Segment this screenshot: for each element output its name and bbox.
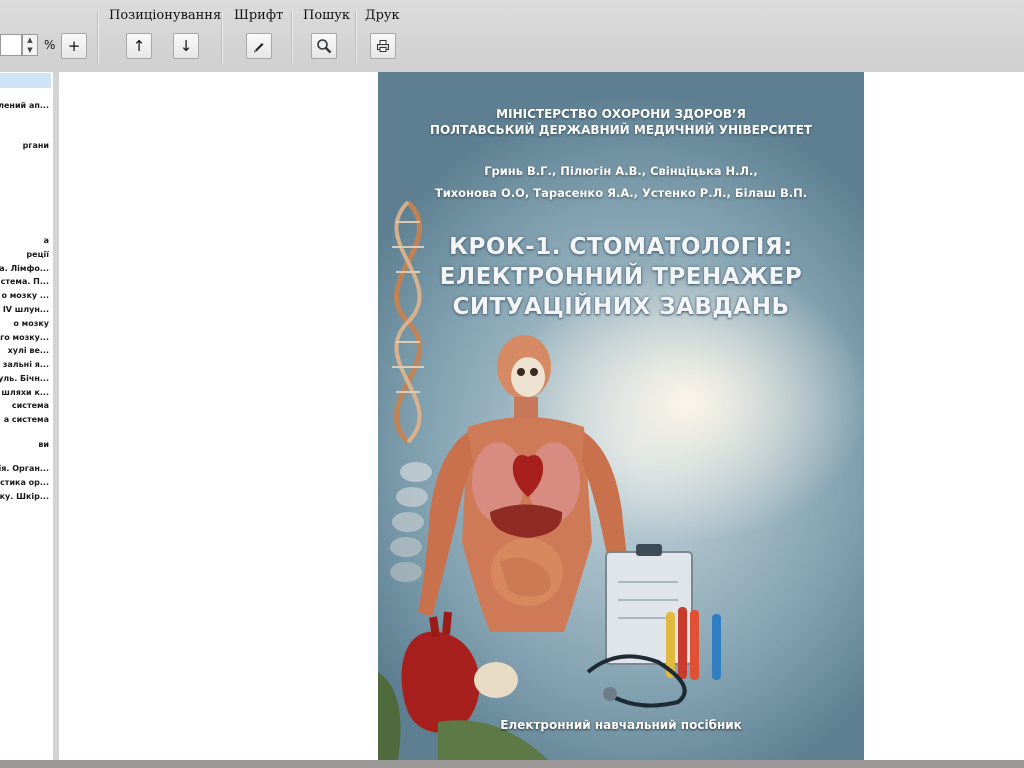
toc-item[interactable]: уль. Бічн... <box>0 374 49 383</box>
book-subtitle: Електронний навчальний посібник <box>500 718 742 732</box>
title-line-3: СИТУАЦІЙНИХ ЗАВДАНЬ <box>452 294 790 320</box>
toc-item[interactable]: ія. Орган... <box>0 464 49 473</box>
authors-line-2: Тихонова О.О, Тарасенко Я.А., Устенко Р.… <box>434 186 808 200</box>
toc-item[interactable]: ку. Шкір... <box>0 492 49 501</box>
print-group: Друк <box>356 0 412 68</box>
ministry-line: МІНІСТЕРСТВО ОХОРОНИ ЗДОРОВ’Я <box>496 107 746 121</box>
authors-line-1: Гринь В.Г., Пілюгін А.В., Свінціцька Н.Л… <box>484 164 758 178</box>
toc-item[interactable]: а. Лімфо... <box>0 264 49 273</box>
toc-item[interactable]: ви <box>38 440 49 449</box>
toolbar-separator <box>97 12 98 64</box>
toc-selected-row[interactable] <box>0 73 51 88</box>
spin-up-icon[interactable]: ▲ <box>23 35 37 45</box>
toc-item[interactable]: ргани <box>23 141 49 150</box>
toc-item[interactable]: шляхи к... <box>1 388 49 397</box>
toc-item[interactable]: система <box>12 401 49 410</box>
cover-page: МІНІСТЕРСТВО ОХОРОНИ ЗДОРОВ’Я ПОЛТАВСЬКИ… <box>378 72 864 760</box>
zoom-input[interactable] <box>0 34 22 56</box>
positioning-label: Позиціонування <box>109 8 222 23</box>
search-group: Пошук <box>292 0 354 68</box>
spin-down-icon[interactable]: ▼ <box>23 45 37 55</box>
positioning-group: Позиціонування ↑ ↓ <box>100 0 222 68</box>
arrow-down-button[interactable]: ↓ <box>173 33 199 59</box>
toc-item[interactable]: го мозку... <box>0 333 49 342</box>
title-line-2: ЕЛЕКТРОННИЙ ТРЕНАЖЕР <box>439 264 803 290</box>
toc-item[interactable]: а система <box>4 415 49 424</box>
toc-item[interactable]: о мозку <box>13 319 49 328</box>
document-view[interactable]: МІНІСТЕРСТВО ОХОРОНИ ЗДОРОВ’Я ПОЛТАВСЬКИ… <box>59 72 1024 760</box>
heart-model-icon <box>378 611 548 760</box>
magnifier-icon <box>317 39 332 54</box>
pen-icon <box>254 43 264 53</box>
toc-item[interactable]: о мозку ... <box>1 291 49 300</box>
bottom-border <box>0 760 1024 768</box>
toc-item[interactable]: стика ор... <box>0 478 49 487</box>
toc-item[interactable]: реції <box>26 250 49 259</box>
font-group: Шрифт <box>222 0 290 68</box>
book-title: КРОК-1. СТОМАТОЛОГІЯ: ЕЛЕКТРОННИЙ ТРЕНАЖ… <box>378 232 864 322</box>
toc-item[interactable]: лений ап... <box>0 101 49 110</box>
search-button[interactable] <box>311 33 337 59</box>
print-button[interactable] <box>370 33 396 59</box>
toc-panel[interactable]: лений ап... ргани а реції а. Лімфо... стема. … <box>0 72 54 760</box>
zoom-percent-label: % <box>44 38 56 52</box>
search-label: Пошук <box>303 8 351 23</box>
arrow-up-button[interactable]: ↑ <box>126 33 152 59</box>
toc-item[interactable]: хулі ве... <box>8 346 49 355</box>
ministry-heading: МІНІСТЕРСТВО ОХОРОНИ ЗДОРОВ’Я ПОЛТАВСЬКИ… <box>378 106 864 138</box>
toolbar: ▲ ▼ % + Позиціонування ↑ ↓ Шрифт Пошук Д… <box>0 0 1024 72</box>
title-line-1: КРОК-1. СТОМАТОЛОГІЯ: <box>449 234 793 260</box>
university-line: ПОЛТАВСЬКИЙ ДЕРЖАВНИЙ МЕДИЧНИЙ УНІВЕРСИТ… <box>429 123 813 137</box>
zoom-spinner[interactable]: ▲ ▼ <box>22 34 38 56</box>
toc-item[interactable]: стема. П... <box>1 277 49 286</box>
font-label: Шрифт <box>234 8 284 23</box>
zoom-group: ▲ ▼ % + <box>0 0 96 68</box>
font-button[interactable] <box>246 33 272 59</box>
toc-item[interactable]: IV шлун... <box>3 305 49 314</box>
authors-block: Гринь В.Г., Пілюгін А.В., Свінціцька Н.Л… <box>378 160 864 204</box>
toc-item[interactable]: а <box>44 236 49 245</box>
human-anatomy-figure <box>418 335 636 632</box>
print-label: Друк <box>365 8 400 23</box>
test-tubes-icon <box>666 607 721 680</box>
printer-icon <box>377 40 389 52</box>
toc-item[interactable]: зальні я... <box>3 360 49 369</box>
zoom-in-button[interactable]: + <box>61 33 87 59</box>
